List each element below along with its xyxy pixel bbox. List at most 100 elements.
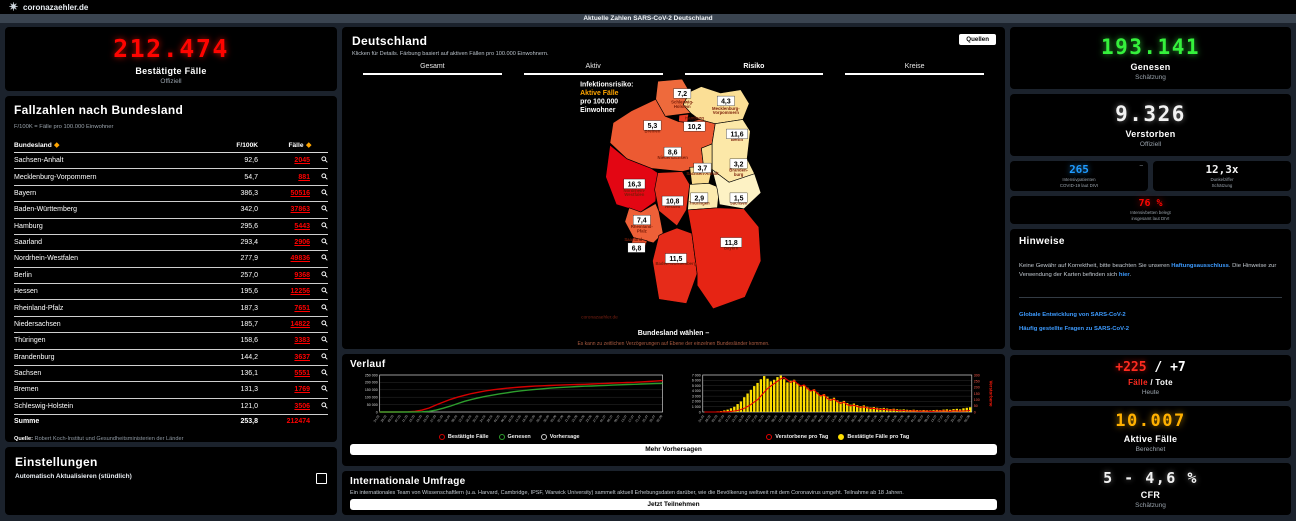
state-cases: 50516 [258, 185, 310, 201]
state-rate: 386,3 [200, 185, 258, 201]
svg-text:5 000: 5 000 [691, 384, 700, 388]
magnifier-icon[interactable] [321, 320, 328, 327]
autorefresh-checkbox[interactable] [316, 473, 327, 484]
magnifier-icon[interactable] [321, 402, 328, 409]
col-header-cases[interactable]: Fälle [258, 139, 310, 153]
sources-button[interactable]: Quellen [959, 34, 996, 45]
deaths-value: 9.326 [1115, 102, 1186, 126]
magnifier-icon[interactable] [321, 156, 328, 163]
legend-item: Genesen [499, 434, 531, 440]
autorefresh-label: Automatisch Aktualisieren (stündlich) [15, 473, 132, 480]
magnifier-icon[interactable] [321, 271, 328, 278]
magnifier-icon[interactable] [321, 353, 328, 360]
state-value-chip: 1,5 [730, 193, 747, 203]
svg-text:100: 100 [973, 398, 979, 402]
state-cases: 3506 [258, 398, 310, 414]
recovered-value: 193.141 [1101, 35, 1200, 59]
deaths-label: Verstorben [1125, 129, 1175, 139]
legend-marker-icon [838, 434, 844, 440]
divider [1019, 297, 1282, 298]
deaths-card: 9.326 Verstorben Offiziell [1010, 94, 1291, 156]
state-cases: 49836 [258, 251, 310, 267]
svg-text:4,3: 4,3 [721, 99, 731, 106]
tab-risiko[interactable]: Risiko [685, 63, 824, 75]
state-shape-by[interactable] [687, 208, 760, 309]
state-rate: 144,2 [200, 349, 258, 365]
magnifier-icon[interactable] [321, 304, 328, 311]
magnifier-icon[interactable] [321, 238, 328, 245]
notes-text: Keine Gewähr auf Korrektheit, bitte beac… [1019, 262, 1282, 281]
magnifier-icon[interactable] [321, 369, 328, 376]
magnifier-icon[interactable] [321, 254, 328, 261]
magnifier-icon[interactable] [321, 336, 328, 343]
state-rate: 295,6 [200, 218, 258, 234]
magnifier-icon[interactable] [321, 173, 328, 180]
state-cases: 2906 [258, 234, 310, 250]
svg-text:1,5: 1,5 [734, 195, 744, 202]
site-brand[interactable]: coronazaehler.de [23, 3, 88, 12]
svg-text:150 000: 150 000 [365, 388, 378, 392]
svg-text:0: 0 [376, 410, 378, 414]
map-legend-line: Einwohner [580, 107, 616, 114]
magnifier-icon[interactable] [321, 189, 328, 196]
col-header-state[interactable]: Bundesland [14, 139, 200, 153]
state-rate: 293,4 [200, 234, 258, 250]
state-name-label: Holstein [674, 104, 691, 109]
here-link[interactable]: hier [1119, 272, 1130, 278]
state-cases: 881 [258, 169, 310, 185]
svg-text:5,3: 5,3 [647, 123, 657, 130]
svg-text:7,2: 7,2 [677, 91, 687, 98]
faq-link[interactable]: Häufig gestellte Fragen zu SARS-CoV-2 [1019, 326, 1282, 332]
recovered-card: 193.141 Genesen Schätzung [1010, 27, 1291, 89]
virus-icon [9, 0, 18, 16]
state-name: Schleswig-Holstein [14, 398, 200, 414]
map-tabs: Gesamt Aktiv Risiko Kreise [352, 63, 995, 75]
state-name-label: Westfalen [624, 192, 644, 197]
germany-map-card: Deutschland Klicken für Details. Färbung… [342, 27, 1005, 349]
col-header-rate[interactable]: F/100K [200, 139, 258, 153]
magnifier-icon[interactable] [321, 385, 328, 392]
svg-text:Verstorbene: Verstorbene [988, 381, 993, 407]
global-development-link[interactable]: Globale Entwicklung von SARS-CoV-2 [1019, 312, 1282, 318]
magnifier-icon[interactable] [321, 222, 328, 229]
map-legend-line: pro 100.000 [580, 99, 618, 106]
confirmed-cases-value: 212.474 [113, 34, 229, 63]
disclaimer-link[interactable]: Haftungsausschluss [1171, 263, 1229, 269]
magnifier-icon[interactable] [321, 205, 328, 212]
state-value-chip: 11,5 [665, 254, 686, 264]
state-cases: 9368 [258, 267, 310, 283]
svg-text:0: 0 [698, 410, 700, 414]
svg-text:0: 0 [973, 410, 975, 414]
svg-text:02.08: 02.08 [656, 414, 664, 423]
svg-text:8,6: 8,6 [668, 150, 678, 157]
svg-text:6,8: 6,8 [631, 245, 641, 252]
state-value-chip: 11,8 [720, 238, 741, 248]
state-value-chip: 7,4 [633, 215, 650, 225]
table-row: Brandenburg144,23637 [14, 349, 328, 365]
table-row: Bremen131,31769 [14, 382, 328, 398]
state-value-chip: 5,3 [644, 121, 661, 131]
table-total-row: Summe253,8212474 [14, 415, 328, 429]
more-forecasts-button[interactable]: Mehr Vorhersagen [350, 444, 997, 455]
svg-text:07.03: 07.03 [394, 414, 402, 423]
tab-gesamt[interactable]: Gesamt [363, 63, 502, 75]
germany-map[interactable]: Schleswig-HolsteinMecklenburg-Vorpommern… [352, 78, 995, 328]
legend-item: Vorhersage [541, 434, 580, 440]
cfr-label: CFR [1141, 490, 1160, 500]
active-cases-value: 10.007 [1115, 411, 1185, 431]
cumulative-chart: 250 000200 000150 000100 00050 000024.02… [350, 372, 669, 441]
tab-kreise[interactable]: Kreise [845, 63, 984, 75]
history-heading: Verlauf [350, 359, 997, 370]
participate-button[interactable]: Jetzt Teilnehmen [350, 499, 997, 510]
svg-text:10,8: 10,8 [666, 199, 680, 206]
darkfigure-card: 12,3x DunkelzifferSchätzung [1153, 161, 1291, 191]
state-select[interactable]: Bundesland wählen – [352, 330, 995, 337]
magnifier-icon[interactable] [321, 287, 328, 294]
state-cases: 3383 [258, 333, 310, 349]
state-name: Thüringen [14, 333, 200, 349]
settings-heading: Einstellungen [15, 455, 327, 469]
tab-aktiv[interactable]: Aktiv [524, 63, 663, 75]
state-name: Nordrhein-Westfalen [14, 251, 200, 267]
state-value-chip: 7,2 [673, 89, 690, 99]
state-rate: 187,3 [200, 300, 258, 316]
